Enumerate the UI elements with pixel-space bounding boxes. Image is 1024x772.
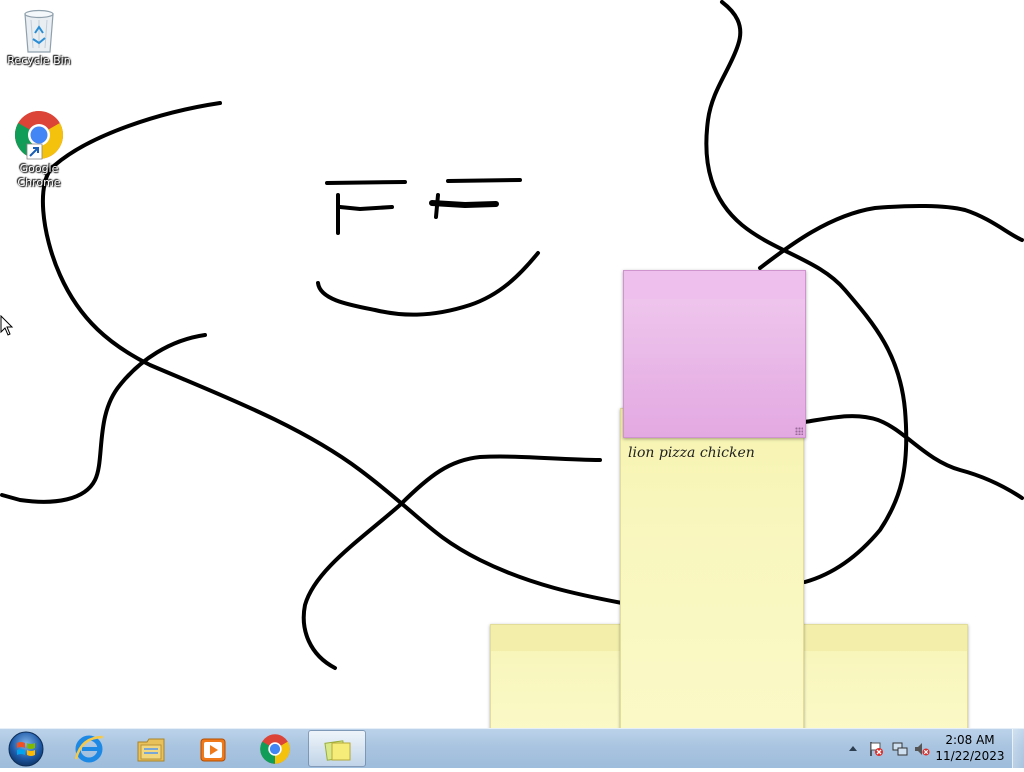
ink-stroke — [0, 333, 207, 504]
sticky-notes-icon — [324, 740, 351, 761]
taskbar-media-player[interactable] — [184, 730, 242, 767]
chrome-label: Google Chrome — [17, 162, 61, 189]
sticky-note-pink[interactable] — [623, 270, 806, 438]
network-icon[interactable] — [892, 741, 908, 757]
media-player-icon — [200, 738, 226, 762]
chrome-desktop-icon[interactable]: Google Chrome — [1, 110, 77, 190]
internet-explorer-icon — [74, 735, 104, 763]
taskbar: 2:08 AM 11/22/2023 — [0, 728, 1024, 769]
volume-muted-icon[interactable] — [914, 741, 930, 757]
chrome-icon — [260, 734, 290, 764]
taskbar-sticky-notes[interactable] — [308, 730, 366, 767]
desktop: Recycle Bin Google Chrome lion pizza chi… — [0, 0, 1024, 728]
clock-date: 11/22/2023 — [935, 749, 1005, 763]
show-desktop-button[interactable] — [1012, 729, 1024, 769]
taskbar-internet-explorer[interactable] — [60, 730, 118, 767]
file-explorer-icon — [137, 738, 165, 762]
mouse-cursor-icon — [0, 315, 14, 336]
taskbar-clock[interactable]: 2:08 AM 11/22/2023 — [930, 732, 1010, 764]
ink-stroke — [325, 180, 407, 185]
show-hidden-icons-chevron[interactable] — [848, 744, 858, 752]
taskbar-file-explorer[interactable] — [122, 730, 180, 767]
sticky-note-lion[interactable]: lion pizza chicken — [620, 408, 804, 728]
ink-stroke — [446, 178, 522, 183]
recycle-bin-label: Recycle Bin — [7, 54, 71, 67]
resize-grip[interactable] — [795, 427, 803, 435]
clock-time: 2:08 AM — [945, 733, 995, 747]
ink-stroke — [316, 251, 540, 317]
chrome-icon — [14, 111, 64, 160]
ink-stroke — [338, 205, 394, 211]
sticky-note-text[interactable]: lion pizza chicken — [628, 445, 755, 461]
freehand-drawing — [0, 0, 1024, 670]
windows-orb-icon — [8, 731, 44, 767]
sticky-note-title-bar[interactable] — [624, 271, 805, 299]
taskbar-chrome[interactable] — [246, 730, 304, 767]
ink-stroke — [429, 200, 499, 208]
start-button[interactable] — [4, 730, 50, 768]
ink-stroke — [40, 101, 624, 605]
action-center-flag-icon[interactable] — [868, 741, 884, 757]
system-tray: 2:08 AM 11/22/2023 — [834, 729, 1024, 769]
recycle-bin-desktop-icon[interactable]: Recycle Bin — [1, 6, 77, 68]
recycle-bin-icon — [24, 9, 54, 53]
ink-stroke — [803, 414, 1024, 500]
